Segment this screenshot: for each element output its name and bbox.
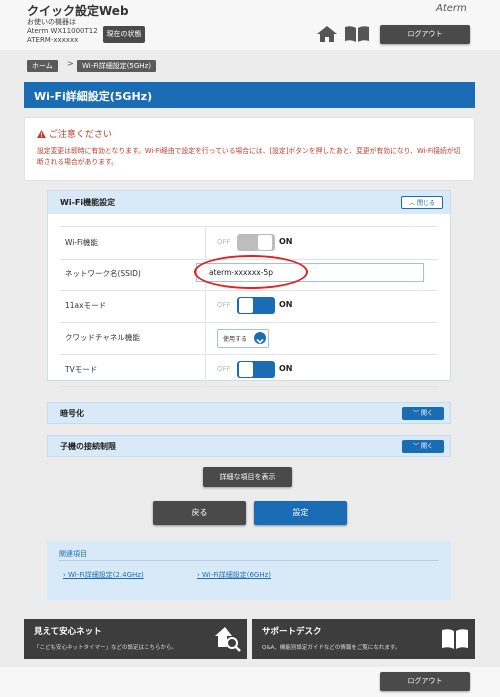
expand-button[interactable]: ﹀ 開く [402,440,444,453]
app-title: クイック設定Web [27,4,129,18]
switch-track [237,361,275,378]
device-label: お使いの機器は [27,18,76,26]
related-link-2-4ghz[interactable]: › Wi-Fi詳細設定(2.4GHz) [63,570,144,580]
row-divider [205,227,206,258]
ax-mode-switch[interactable]: OFF ON [217,297,297,314]
safe-net-banner[interactable]: 見えて安心ネット 「こども安心ネットタイマー」などの設定はこちらから。 [24,619,247,659]
caution-box: ご注意ください 設定変更は即時に有効となります。Wi-Fi経由で設定を行っている… [24,117,475,181]
expand-button[interactable]: ﹀ 開く [402,407,444,420]
header: クイック設定Web お使いの機器は Aterm WX11000T12 ATERM… [0,0,500,50]
encryption-section-header[interactable]: 暗号化 ﹀ 開く [47,402,451,424]
wifi-settings-header: Wi-Fi機能設定 ︿ 閉じる [48,191,450,214]
switch-knob [258,235,272,250]
ax-mode-label: 11axモード [65,301,107,310]
tv-mode-label: TVモード [65,365,98,374]
switch-knob [239,298,253,313]
related-links-box: 関連項目 › Wi-Fi詳細設定(2.4GHz) › Wi-Fi詳細設定(6GH… [47,541,451,600]
switch-on-label: ON [279,364,293,373]
chevron-down-icon: ﹀ [413,443,420,450]
switch-knob [239,362,253,377]
switch-track [237,297,275,314]
switch-track [237,234,275,251]
quad-channel-value: 使用する [223,336,248,343]
current-status-button[interactable]: 現在の状態 [103,26,145,43]
page-title-bar: Wi-Fi詳細設定(5GHz) [24,82,475,108]
breadcrumb-current: Wi-Fi詳細設定(5GHz) [77,60,156,72]
switch-off-label: OFF [217,365,231,373]
footer-logout-button[interactable]: ログアウト [380,672,470,691]
wifi-settings-title: Wi-Fi機能設定 [60,198,116,207]
related-link-6ghz-label: Wi-Fi詳細設定(6GHz) [202,571,272,579]
row-divider [205,322,206,353]
warning-icon [37,130,46,138]
switch-on-label: ON [279,300,293,309]
support-desk-desc: Q&A、機能別設定ガイドなどの情報をご覧になれます。 [262,645,401,651]
support-desk-title: サポートデスク [262,627,322,637]
breadcrumb-home[interactable]: ホーム [27,60,58,72]
collapse-label: 閉じる [416,200,435,207]
encryption-title: 暗号化 [60,409,84,418]
caution-title: ご注意ください [48,130,112,140]
client-limit-section-header[interactable]: 子機の接続制限 ﹀ 開く [47,435,451,457]
ssid-label: ネットワーク名(SSID) [65,269,141,278]
page-title: Wi-Fi詳細設定(5GHz) [34,90,153,103]
row-quad-channel: クワッドチャネル機能 使用する [60,322,438,355]
caution-heading: ご注意ください [37,127,112,140]
row-divider [205,290,206,321]
wifi-function-switch[interactable]: OFF ON [217,234,297,251]
chevron-up-icon: ︿ [409,200,416,207]
related-link-2-4ghz-label: Wi-Fi詳細設定(2.4GHz) [68,571,144,579]
set-button[interactable]: 設定 [254,501,347,525]
switch-on-label: ON [279,237,293,246]
row-tv-mode: TVモード OFF ON [60,354,438,387]
switch-off-label: OFF [217,301,231,309]
switch-off-label: OFF [217,238,231,246]
footer: ログアウト [0,667,500,697]
row-11ax-mode: 11axモード OFF ON [60,290,438,323]
device-ssid: ATERM-xxxxxx [27,36,79,44]
book-icon [441,628,469,650]
device-model: Aterm WX11000T12 [27,27,98,35]
safe-net-desc: 「こども安心ネットタイマー」などの設定はこちらから。 [34,645,178,651]
ssid-highlight-annotation [194,255,308,289]
expand-label: 開く [420,410,433,417]
collapse-button[interactable]: ︿ 閉じる [401,196,443,209]
logout-button[interactable]: ログアウト [380,25,470,44]
row-divider [205,354,206,385]
wifi-function-label: Wi-Fi機能 [65,238,98,247]
support-desk-banner[interactable]: サポートデスク Q&A、機能別設定ガイドなどの情報をご覧になれます。 [252,619,475,659]
brand-logo: Aterm [436,3,467,14]
divider [59,560,439,561]
chevron-down-icon: ﹀ [413,410,420,417]
quad-channel-select[interactable]: 使用する [217,329,269,348]
related-title: 関連項目 [59,550,87,558]
home-search-icon [213,625,241,653]
breadcrumb-separator: > [67,59,74,68]
expand-label: 開く [420,443,433,450]
related-link-6ghz[interactable]: › Wi-Fi詳細設定(6GHz) [197,570,271,580]
client-limit-title: 子機の接続制限 [60,442,116,451]
tv-mode-switch[interactable]: OFF ON [217,361,297,378]
home-icon[interactable] [316,25,338,43]
manual-book-icon[interactable] [344,25,370,43]
show-detail-button[interactable]: 詳細な項目を表示 [203,467,292,487]
quad-channel-label: クワッドチャネル機能 [65,333,140,342]
safe-net-title: 見えて安心ネット [34,627,102,637]
chevron-down-icon [254,332,266,344]
caution-body: 設定変更は即時に有効となります。Wi-Fi経由で設定を行っている場合には、[設定… [37,147,461,166]
back-button[interactable]: 戻る [153,501,246,525]
